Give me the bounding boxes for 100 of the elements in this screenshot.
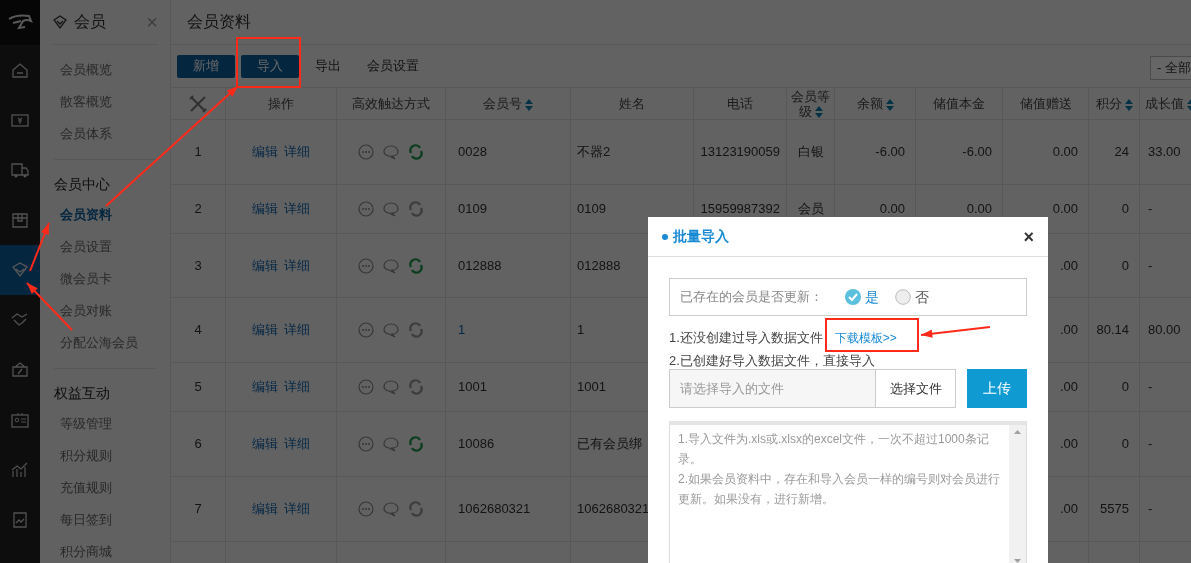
row-number: 3: [194, 256, 202, 275]
message-icon: [358, 201, 374, 217]
table-cell-text: 24: [1114, 143, 1129, 162]
table-cell-text: 0: [1121, 378, 1129, 397]
message-icon: [358, 436, 374, 452]
truck-icon: [10, 160, 30, 180]
table-cell-text: 5575: [1100, 500, 1129, 519]
panel-title: 会员: [74, 12, 106, 32]
row-link[interactable]: 编辑: [252, 255, 278, 276]
radio-option[interactable]: 是: [845, 286, 879, 308]
column-header[interactable]: 成长值: [1144, 96, 1191, 111]
row-link[interactable]: 详细: [284, 377, 310, 397]
table-cell-text: .00: [1059, 378, 1078, 397]
row-link[interactable]: 编辑: [252, 377, 278, 397]
column-header: 操作: [268, 96, 294, 111]
template-link[interactable]: 下载模板>>: [834, 328, 897, 348]
table-cell-text: .00: [1059, 256, 1078, 275]
toolbar-button[interactable]: 导出: [305, 54, 351, 78]
chat-icon: [383, 436, 399, 452]
column-header[interactable]: 会员号: [483, 96, 533, 111]
column-header[interactable]: 积分: [1095, 96, 1133, 111]
table-cell-text: 15959987392: [700, 200, 780, 219]
table-cell-text: 1062680321: [458, 500, 531, 519]
table-cell-text: 1: [577, 321, 585, 340]
table-cell-text: 不器2: [577, 143, 611, 162]
row-link[interactable]: 详细: [284, 320, 310, 340]
toolbar-button[interactable]: 新增: [177, 54, 235, 78]
notes-text: 1.导入文件为.xls或.xlsx的excel文件，一次不超过1000条记录。 2.如果会员资料中，存在和导入会员一样的编号则对会员进行更新。如果没有，进行新增。: [677, 431, 1001, 508]
table-cell-text: 80.00: [1148, 321, 1181, 340]
row-link[interactable]: 编辑: [252, 199, 278, 219]
column-header: 姓名: [619, 96, 645, 111]
row-link[interactable]: 编辑: [252, 142, 278, 162]
table-cell-text: 012888: [458, 256, 502, 275]
table-cell-text: .00: [1059, 500, 1078, 519]
close-button[interactable]: ×: [1023, 227, 1034, 246]
sort-icon: [885, 98, 894, 111]
table-cell-text: .00: [1059, 321, 1078, 340]
message-icon: [358, 379, 374, 395]
table-cell-text: 012888: [577, 256, 621, 275]
annotation-arrow: [920, 326, 991, 338]
column-header[interactable]: 余额: [856, 96, 894, 111]
annotation-box: [236, 37, 301, 88]
section-heading: 会员中心: [54, 174, 111, 194]
table-cell-text: 0.00: [1052, 200, 1078, 219]
box-icon: [10, 210, 30, 230]
row-link[interactable]: 编辑: [252, 499, 278, 519]
table-cell-text: 80.14: [1096, 321, 1129, 340]
table-cell-text: 0.00: [1052, 143, 1078, 162]
table-cell-text: 0028: [458, 143, 487, 162]
close-button[interactable]: ×: [146, 12, 158, 32]
table-cell-text: 10086: [458, 435, 495, 454]
row-link[interactable]: 详细: [284, 499, 310, 519]
message-icon: [358, 501, 374, 517]
question-label: 已存在的会员是否更新：: [680, 288, 823, 307]
table-cell-text: -: [1148, 500, 1153, 519]
table-cell-text: 1062680321: [577, 500, 650, 519]
filter-dropdown[interactable]: - 全部: [1150, 56, 1191, 80]
table-cell-text: -: [1148, 435, 1153, 454]
row-number: 4: [194, 321, 202, 340]
chat-icon: [383, 322, 399, 338]
table-cell-text: 33.00: [1148, 143, 1181, 162]
message-icon: [358, 322, 374, 338]
nav-link[interactable]: 会员资料: [54, 199, 156, 231]
dialog-title: 批量导入: [673, 227, 729, 246]
row-link[interactable]: 编辑: [252, 320, 278, 340]
table-cell-text: 0: [1121, 200, 1129, 219]
table-cell-text: 13123190059: [700, 143, 780, 162]
row-link[interactable]: 编辑: [252, 434, 278, 454]
row-link[interactable]: 详细: [284, 434, 310, 454]
toolbar-button[interactable]: 会员设置: [357, 54, 429, 78]
table-cell-text: 0.00: [879, 200, 905, 219]
upload-button[interactable]: 上传: [967, 369, 1027, 408]
table-cell-text: 0109: [458, 200, 487, 219]
chat-icon: [383, 201, 399, 217]
row-link[interactable]: 详细: [284, 199, 310, 219]
card-icon: [10, 410, 30, 430]
table-cell-text: 白银: [797, 143, 824, 162]
row-link[interactable]: 详细: [284, 255, 310, 276]
table-cell-text: 0.00: [966, 200, 992, 219]
instruction-text: 1.还没创建过导入数据文件: [669, 329, 823, 347]
table-cell-text: 1001: [458, 378, 487, 397]
report-icon: [10, 510, 30, 530]
file-input[interactable]: 请选择导入的文件: [669, 369, 877, 408]
row-number: 6: [194, 435, 202, 454]
row-link[interactable]: 详细: [284, 142, 310, 162]
row-number: 7: [194, 500, 202, 519]
row-number: 5: [194, 378, 202, 397]
column-header: 储值本金: [933, 96, 985, 111]
row-number: 1: [194, 143, 202, 162]
radio-option[interactable]: 否: [895, 286, 929, 308]
column-header[interactable]: 会员等级: [789, 88, 832, 119]
row-number: 2: [194, 200, 202, 219]
sort-icon: [814, 106, 823, 119]
sidebar-tab[interactable]: [0, 245, 40, 295]
toolbar-button[interactable]: 导入: [241, 54, 299, 78]
column-header: 高效触达方式: [352, 96, 430, 111]
choose-file-button[interactable]: 选择文件: [876, 369, 957, 408]
message-icon: [358, 144, 374, 160]
notes-box[interactable]: 1.导入文件为.xls或.xlsx的excel文件，一次不超过1000条记录。 2.如果会员资料中，存在和导入会员一样的编号则对会员进行更新。如果没有，进行新增。: [669, 421, 1027, 563]
table-cell-text: 0: [1121, 256, 1129, 275]
